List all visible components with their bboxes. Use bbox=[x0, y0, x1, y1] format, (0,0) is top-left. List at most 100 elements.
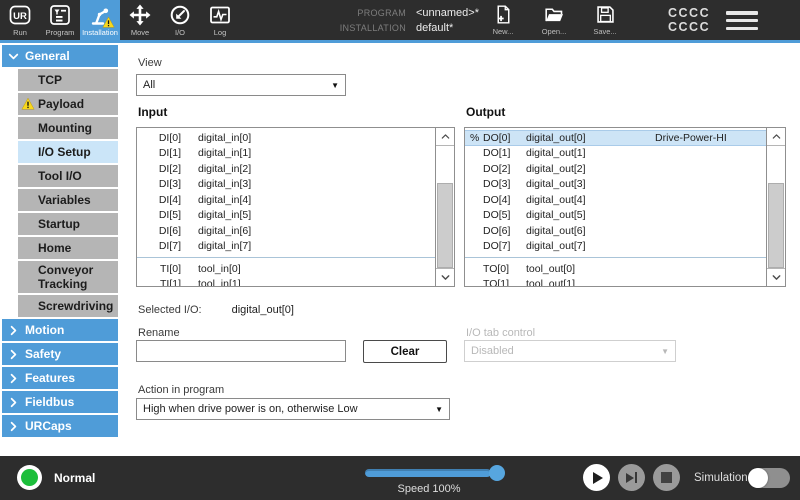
tab-label: Program bbox=[46, 28, 75, 37]
play-icon bbox=[593, 472, 603, 484]
sidebar-section-features[interactable]: Features bbox=[2, 367, 118, 389]
scrollbar-track[interactable] bbox=[767, 146, 785, 268]
scrollbar-track[interactable] bbox=[436, 146, 454, 268]
rename-input[interactable] bbox=[136, 340, 346, 362]
io-name: tool_in[1] bbox=[198, 278, 241, 286]
hamburger-menu-icon[interactable] bbox=[726, 11, 758, 30]
sidebar-section-label: General bbox=[25, 49, 70, 63]
open-folder-icon bbox=[544, 4, 565, 25]
io-row-di-1[interactable]: DI[1]digital_in[1] bbox=[137, 146, 435, 162]
sidebar-item-startup[interactable]: Startup bbox=[18, 213, 118, 235]
main-tab-bar: Run Program Installation Move I/O Log bbox=[0, 0, 240, 40]
io-row-to-1[interactable]: TO[1]tool_out[1] bbox=[465, 277, 766, 287]
tab-program[interactable]: Program bbox=[40, 0, 80, 40]
io-id: DI[6] bbox=[155, 225, 181, 237]
scrollbar-thumb[interactable] bbox=[437, 183, 453, 268]
io-row-ti-1[interactable]: TI[1]tool_in[1] bbox=[137, 277, 435, 287]
sidebar-section-general[interactable]: General bbox=[2, 45, 118, 67]
save-button[interactable]: Save... bbox=[586, 4, 624, 36]
io-id: DI[4] bbox=[155, 194, 181, 206]
tab-installation[interactable]: Installation bbox=[80, 0, 120, 40]
io-row-di-7[interactable]: DI[7]digital_in[7] bbox=[137, 239, 435, 255]
installation-sidebar: General TCPPayloadMountingI/O Setup Tool I… bbox=[0, 43, 130, 456]
play-button[interactable] bbox=[583, 464, 610, 491]
io-name: digital_out[2] bbox=[526, 163, 586, 175]
tab-label: I/O bbox=[175, 28, 185, 37]
io-row-do-4[interactable]: DO[4]digital_out[4] bbox=[465, 192, 766, 208]
io-name: digital_in[6] bbox=[198, 225, 251, 237]
io-row-do-5[interactable]: DO[5]digital_out[5] bbox=[465, 208, 766, 224]
io-row-di-3[interactable]: DI[3]digital_in[3] bbox=[137, 177, 435, 193]
save-disk-icon bbox=[595, 4, 616, 25]
robot-status[interactable]: Normal bbox=[17, 465, 95, 490]
io-setup-content: View All ▼ Input DI[0]digital_in[0]DI[1]… bbox=[130, 43, 800, 456]
io-id: TO[0] bbox=[483, 263, 509, 275]
io-name: digital_in[5] bbox=[198, 209, 251, 221]
tab-run[interactable]: Run bbox=[0, 0, 40, 40]
chevron-right-icon bbox=[7, 348, 20, 361]
sidebar-section-fieldbus[interactable]: Fieldbus bbox=[2, 391, 118, 413]
io-row-do-0[interactable]: %DO[0]digital_out[0]Drive-Power-HI bbox=[465, 130, 766, 146]
sidebar-section-label: Safety bbox=[25, 347, 61, 361]
tab-label: Run bbox=[13, 28, 27, 37]
speed-slider-handle[interactable] bbox=[489, 465, 505, 481]
io-id: DI[1] bbox=[155, 147, 181, 159]
sidebar-item-variables[interactable]: Variables bbox=[18, 189, 118, 211]
scroll-down-icon[interactable] bbox=[767, 268, 785, 286]
io-id: DI[5] bbox=[155, 209, 181, 221]
io-row-di-2[interactable]: DI[2]digital_in[2] bbox=[137, 161, 435, 177]
clear-button[interactable]: Clear bbox=[363, 340, 447, 363]
action-in-program-dropdown[interactable]: High when drive power is on, otherwise L… bbox=[136, 398, 450, 420]
scrollbar-thumb[interactable] bbox=[768, 183, 784, 268]
scroll-down-icon[interactable] bbox=[436, 268, 454, 286]
tab-label: Move bbox=[131, 28, 149, 37]
sidebar-section-label: Motion bbox=[25, 323, 64, 337]
sidebar-item-screwdriving[interactable]: Screwdriving bbox=[18, 295, 118, 317]
open-button[interactable]: Open... bbox=[535, 4, 573, 36]
session-line-1: CCCC bbox=[668, 6, 710, 20]
speed-slider[interactable] bbox=[365, 469, 491, 477]
io-row-to-0[interactable]: TO[0]tool_out[0] bbox=[465, 261, 766, 277]
sidebar-item-home[interactable]: Home bbox=[18, 237, 118, 259]
io-row-do-1[interactable]: DO[1]digital_out[1] bbox=[465, 146, 766, 162]
tab-i-o[interactable]: I/O bbox=[160, 0, 200, 40]
sidebar-item-label: Startup bbox=[38, 217, 80, 231]
io-row-di-4[interactable]: DI[4]digital_in[4] bbox=[137, 192, 435, 208]
io-row-ti-0[interactable]: TI[0]tool_in[0] bbox=[137, 261, 435, 277]
view-dropdown[interactable]: All ▼ bbox=[136, 74, 346, 96]
scroll-up-icon[interactable] bbox=[767, 128, 785, 146]
stop-button[interactable] bbox=[653, 464, 680, 491]
io-name: digital_out[6] bbox=[526, 225, 586, 237]
io-row-di-0[interactable]: DI[0]digital_in[0] bbox=[137, 130, 435, 146]
scroll-up-icon[interactable] bbox=[436, 128, 454, 146]
file-action-label: Open... bbox=[542, 27, 567, 36]
tab-move[interactable]: Move bbox=[120, 0, 160, 40]
simulation-toggle[interactable] bbox=[748, 468, 790, 488]
sidebar-item-payload[interactable]: Payload bbox=[18, 93, 118, 115]
sidebar-item-tool-i-o[interactable]: Tool I/O bbox=[18, 165, 118, 187]
robot-arm-icon bbox=[88, 3, 112, 27]
top-bar: RunProgramInstallationMoveI/OLog PROGRAM… bbox=[0, 0, 800, 40]
sidebar-item-conveyor-tracking[interactable]: Conveyor Tracking bbox=[18, 261, 118, 293]
io-row-do-2[interactable]: DO[2]digital_out[2] bbox=[465, 161, 766, 177]
sidebar-item-i-o-setup[interactable]: I/O Setup bbox=[18, 141, 118, 163]
io-id: DO[5] bbox=[483, 209, 509, 221]
rename-label: Rename bbox=[138, 327, 180, 339]
io-row-do-7[interactable]: DO[7]digital_out[7] bbox=[465, 239, 766, 255]
chevron-down-icon: ▼ bbox=[331, 81, 339, 91]
io-row-do-6[interactable]: DO[6]digital_out[6] bbox=[465, 223, 766, 239]
program-tree-icon bbox=[48, 3, 72, 27]
io-id: DO[7] bbox=[483, 240, 509, 252]
sidebar-item-tcp[interactable]: TCP bbox=[18, 69, 118, 91]
new-button[interactable]: New... bbox=[484, 4, 522, 36]
tab-log[interactable]: Log bbox=[200, 0, 240, 40]
io-row-di-6[interactable]: DI[6] digital_in[6] bbox=[137, 223, 435, 239]
sidebar-item-label: Tool I/O bbox=[38, 169, 82, 183]
sidebar-section-motion[interactable]: Motion bbox=[2, 319, 118, 341]
sidebar-section-safety[interactable]: Safety bbox=[2, 343, 118, 365]
sidebar-section-urcaps[interactable]: URCaps bbox=[2, 415, 118, 437]
io-row-do-3[interactable]: DO[3]digital_out[3] bbox=[465, 177, 766, 193]
sidebar-item-mounting[interactable]: Mounting bbox=[18, 117, 118, 139]
step-button[interactable] bbox=[618, 464, 645, 491]
io-row-di-5[interactable]: DI[5] digital_in[5] bbox=[137, 208, 435, 224]
